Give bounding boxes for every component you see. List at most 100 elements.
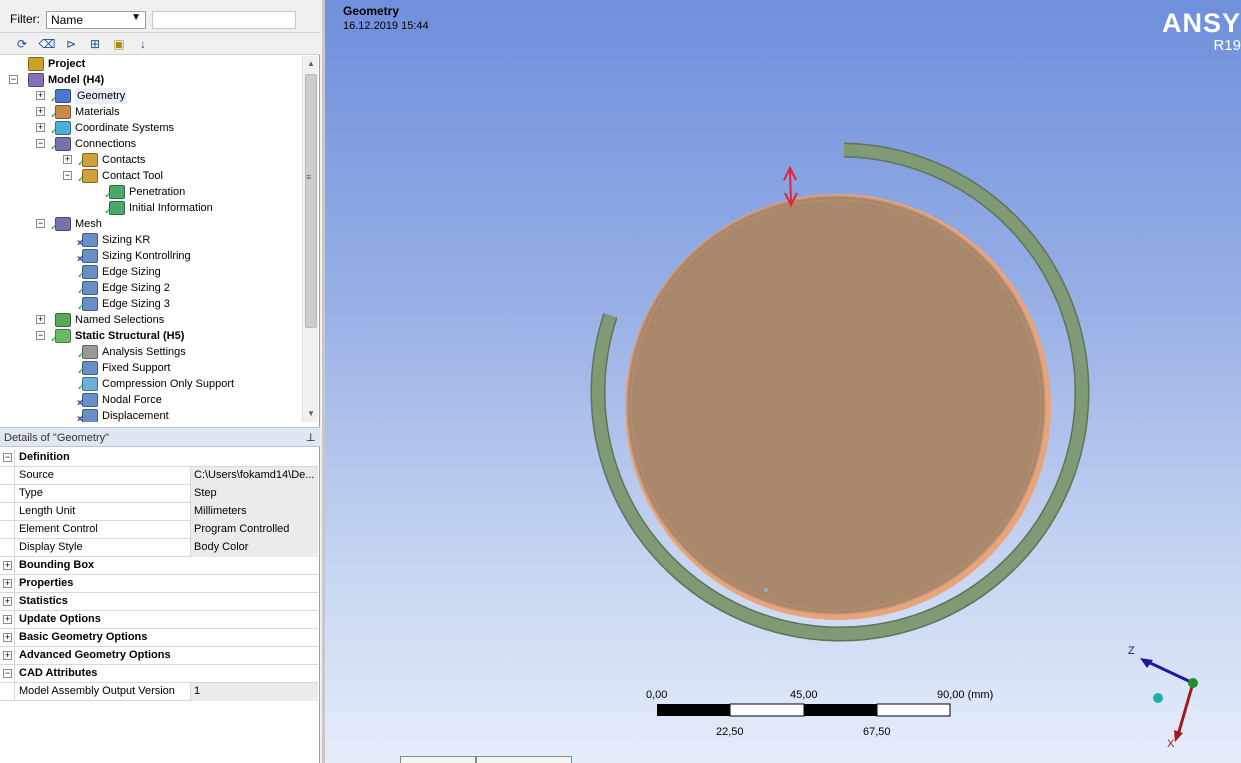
tree-item-label: Project [48, 58, 86, 70]
expand-all-icon[interactable]: ⊞ [86, 35, 104, 53]
scale-seg-1 [657, 704, 730, 716]
tree-item-label: Initial Information [129, 202, 213, 214]
collapse-icon[interactable]: − [36, 219, 45, 228]
details-value[interactable]: Program Controlled [190, 521, 318, 539]
tree-item[interactable]: + ✓ Materials [0, 104, 300, 121]
pin-icon[interactable]: ⊥ [306, 431, 316, 444]
collapse-icon[interactable]: − [36, 139, 45, 148]
collapse-icon[interactable]: − [3, 669, 12, 678]
details-group-label: Advanced Geometry Options [19, 649, 171, 661]
expand-icon[interactable]: + [3, 651, 12, 660]
expand-icon[interactable]: + [3, 615, 12, 624]
refresh-icon[interactable]: ⟳ [13, 35, 31, 53]
scale-label-67: 67,50 [863, 726, 891, 738]
filter-dropdown[interactable]: Name ▼ [46, 11, 146, 29]
details-row[interactable]: Type Step [0, 485, 318, 503]
tree-item[interactable]: − Model (H4) [0, 72, 300, 88]
scroll-up-icon[interactable]: ▲ [303, 56, 319, 72]
filter-search-input[interactable] [152, 11, 296, 29]
collapse-icon[interactable]: − [9, 75, 18, 84]
details-key: Element Control [19, 523, 98, 535]
tree-item-label: Geometry [75, 88, 128, 104]
details-value[interactable]: Step [190, 485, 318, 503]
details-group-label: CAD Attributes [19, 667, 98, 679]
tree-item[interactable]: ✓ Penetration [0, 184, 300, 201]
tree-item[interactable]: ✓ Compression Only Support [0, 376, 300, 393]
details-group[interactable]: + Basic Geometry Options [0, 629, 318, 647]
tree-item[interactable]: × Sizing KR [0, 232, 300, 249]
tree-item[interactable]: − ✓ Contact Tool [0, 168, 300, 185]
details-row[interactable]: Length Unit Millimeters [0, 503, 318, 521]
graphics-viewport[interactable]: Geometry 16.12.2019 15:44 ANSY R19 Z X 0 [322, 0, 1241, 763]
tree-item[interactable]: ✓ Edge Sizing 2 [0, 280, 300, 297]
tree-item[interactable]: + ✓ Geometry [0, 88, 300, 105]
tree-item[interactable]: + ✓ Coordinate Systems [0, 120, 300, 137]
tree-item-label: Named Selections [75, 314, 165, 326]
tree-item[interactable]: − ✓ Mesh [0, 216, 300, 233]
details-value[interactable]: C:\Users\fokamd14\De... [190, 467, 318, 485]
tree-item[interactable]: × Sizing Kontrollring [0, 248, 300, 265]
details-value[interactable]: Body Color [190, 539, 318, 557]
named-selections-icon [55, 313, 71, 327]
outline-toolbar: ⟳ ⌫ ⊳ ⊞ ▣ ↓ [0, 33, 320, 55]
expand-icon[interactable]: + [3, 633, 12, 642]
folder-icon[interactable]: ▣ [110, 35, 128, 53]
expand-icon[interactable]: + [36, 315, 45, 324]
details-row[interactable]: Display Style Body Color [0, 539, 318, 557]
collapse-icon[interactable]: − [3, 453, 12, 462]
tree-item[interactable]: Project [0, 56, 300, 72]
expand-icon[interactable]: + [36, 91, 45, 100]
bottom-tab-1[interactable] [400, 756, 476, 763]
expand-icon[interactable]: + [63, 155, 72, 164]
collapse-icon[interactable]: − [36, 331, 45, 340]
expand-icon[interactable]: + [36, 123, 45, 132]
tree-item[interactable]: ✓ Fixed Support [0, 360, 300, 377]
tree-item-label: Contacts [102, 154, 146, 166]
tree-item[interactable]: + Named Selections [0, 312, 300, 328]
details-group[interactable]: + Advanced Geometry Options [0, 647, 318, 665]
details-group[interactable]: + Update Options [0, 611, 318, 629]
tree-item-label: Edge Sizing 3 [102, 298, 170, 310]
collapse-icon[interactable]: − [63, 171, 72, 180]
scrollbar-thumb[interactable] [305, 74, 317, 328]
displacement-icon [82, 409, 98, 422]
details-row[interactable]: Source C:\Users\fokamd14\De... [0, 467, 318, 485]
eraser-icon[interactable]: ⌫ [38, 35, 56, 53]
details-group[interactable]: − CAD Attributes [0, 665, 318, 683]
scale-seg-3 [804, 704, 877, 716]
details-gutter [0, 467, 15, 485]
details-group[interactable]: − Definition [0, 449, 318, 467]
details-group[interactable]: + Bounding Box [0, 557, 318, 575]
details-group[interactable]: + Statistics [0, 593, 318, 611]
details-key: Length Unit [19, 505, 76, 517]
tree-scrollbar[interactable]: ▲ ≡ ▼ [302, 56, 318, 422]
sizing-icon [82, 249, 98, 263]
scroll-down-icon[interactable]: ▼ [303, 406, 319, 422]
details-group-label: Update Options [19, 613, 101, 625]
sort-az-icon[interactable]: ↓ [134, 35, 152, 53]
tree-item[interactable]: ✓ Initial Information [0, 200, 300, 217]
details-row[interactable]: Element Control Program Controlled [0, 521, 318, 539]
scale-label-90: 90,00 (mm) [937, 689, 994, 701]
expand-icon[interactable]: + [3, 579, 12, 588]
tree-item[interactable]: − ✓ Connections [0, 136, 300, 153]
details-row[interactable]: Model Assembly Output Version 1 [0, 683, 318, 701]
expand-icon[interactable]: + [3, 597, 12, 606]
tree-item[interactable]: − ✓ Static Structural (H5) [0, 328, 300, 345]
bottom-tab-2[interactable] [476, 756, 572, 763]
expand-branch-icon[interactable]: ⊳ [62, 35, 80, 53]
scale-label-22: 22,50 [716, 726, 744, 738]
status-unsolved-icon: × [77, 414, 83, 422]
expand-icon[interactable]: + [3, 561, 12, 570]
tree-item[interactable]: ✓ Edge Sizing [0, 264, 300, 281]
tree-item[interactable]: ✓ Analysis Settings [0, 344, 300, 361]
tree-item[interactable]: × Nodal Force [0, 392, 300, 409]
tree-item-label: Contact Tool [102, 170, 163, 182]
tree-item[interactable]: × Displacement [0, 408, 300, 422]
details-group[interactable]: + Properties [0, 575, 318, 593]
tree-item[interactable]: + ✓ Contacts [0, 152, 300, 169]
expand-icon[interactable]: + [36, 107, 45, 116]
tree-item[interactable]: ✓ Edge Sizing 3 [0, 296, 300, 313]
details-value[interactable]: 1 [190, 683, 318, 701]
details-value[interactable]: Millimeters [190, 503, 318, 521]
